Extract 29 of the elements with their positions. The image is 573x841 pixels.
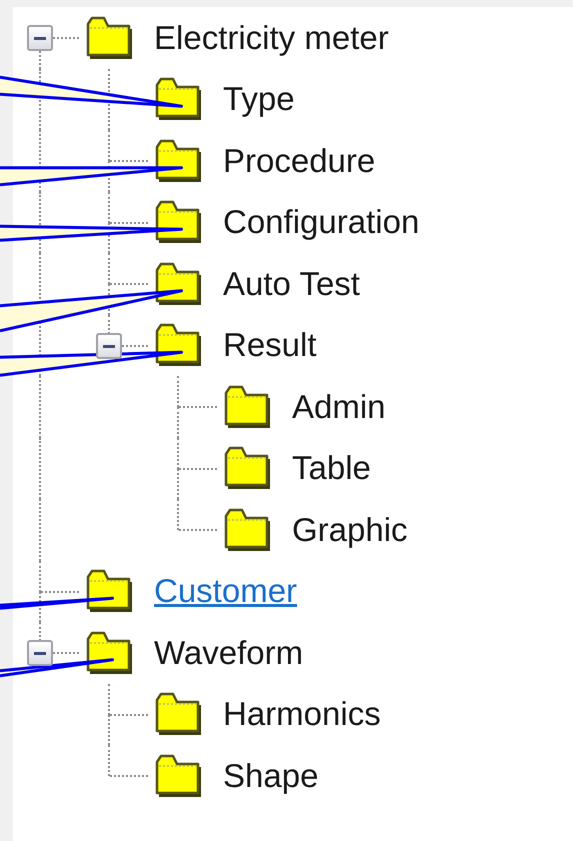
tree-item-label[interactable]: Electricity meter xyxy=(154,18,389,57)
tree-item-label[interactable]: Auto Test xyxy=(223,264,360,303)
folder-icon xyxy=(154,691,204,738)
folder-icon xyxy=(85,568,135,614)
tree-item-label[interactable]: Procedure xyxy=(223,142,376,180)
tree-item-label[interactable]: Customer xyxy=(154,572,298,610)
tree-item-label[interactable]: Harmonics xyxy=(223,695,381,734)
collapse-button[interactable] xyxy=(27,25,53,51)
folder-icon xyxy=(154,260,204,307)
folder-icon xyxy=(154,322,204,368)
folder-icon xyxy=(154,752,204,799)
folder-icon xyxy=(85,630,135,676)
tree-item-label[interactable]: Graphic xyxy=(292,510,408,549)
tree-item-label[interactable]: Table xyxy=(292,449,371,488)
folder-icon xyxy=(154,199,204,246)
folder-icon xyxy=(223,506,273,553)
tree-item-label[interactable]: Waveform xyxy=(154,634,304,672)
tree-item-label[interactable]: Configuration xyxy=(223,203,420,242)
tree-item-label[interactable]: Type xyxy=(223,80,295,118)
tree-item-label[interactable]: Result xyxy=(223,326,317,364)
collapse-button[interactable] xyxy=(27,640,53,666)
folder-icon xyxy=(154,76,204,122)
folder-icon xyxy=(223,445,273,492)
folder-icon xyxy=(85,14,135,61)
folder-icon xyxy=(154,138,204,184)
folder-icon xyxy=(223,384,273,430)
tree-item-label[interactable]: Shape xyxy=(223,756,318,795)
tree-item-label[interactable]: Admin xyxy=(292,388,386,426)
collapse-button[interactable] xyxy=(96,332,122,358)
